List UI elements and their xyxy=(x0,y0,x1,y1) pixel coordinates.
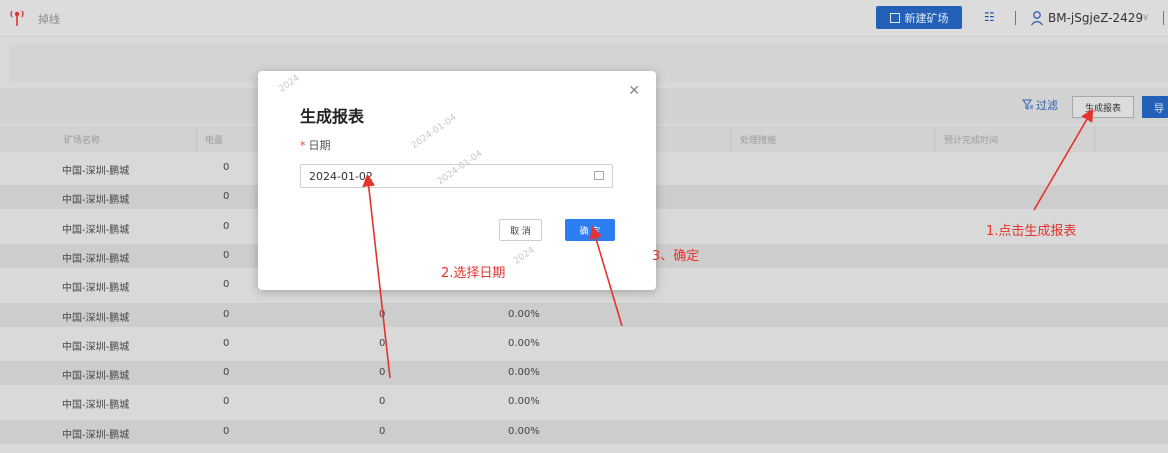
arrow-step-2 xyxy=(362,173,391,379)
annotation-arrows xyxy=(362,108,1094,379)
arrow-step-3 xyxy=(589,225,623,327)
arrow-step-1 xyxy=(1033,108,1094,211)
